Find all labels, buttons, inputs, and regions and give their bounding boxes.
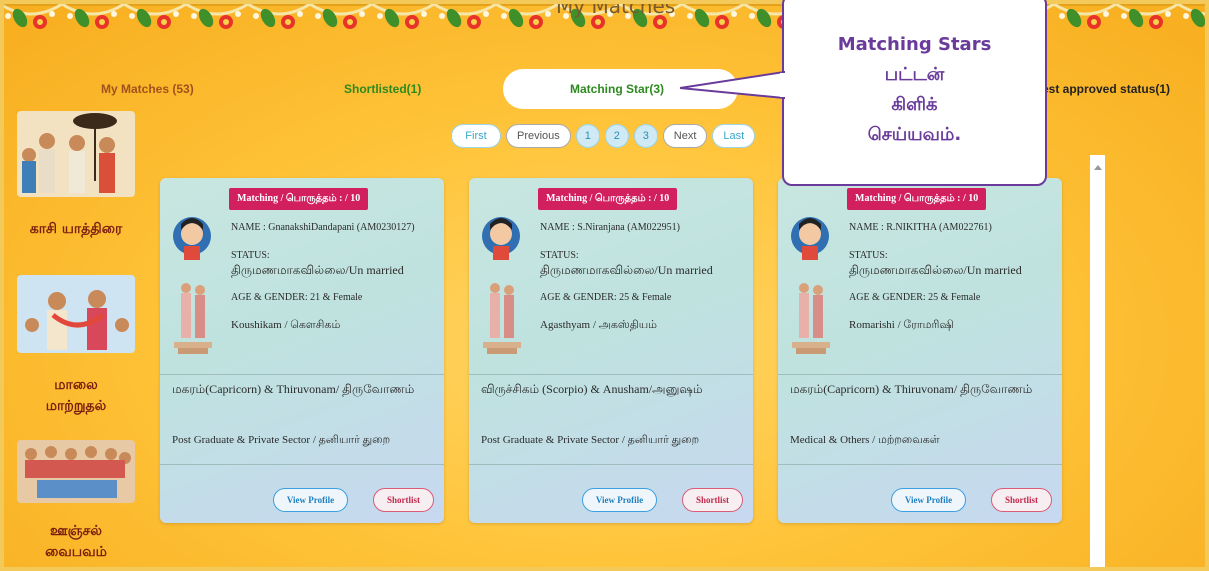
profile-name: NAME : S.Niranjana (AM022951) — [540, 222, 680, 233]
divider — [160, 374, 444, 375]
matching-score-badge: Matching / பொருத்தம் : / 10 — [538, 188, 678, 210]
rasi-nakshatra: மகரம்(Capricorn) & Thiruvonam/ திருவோணம் — [172, 382, 415, 396]
age-gender: AGE & GENDER: 21 & Female — [231, 292, 363, 303]
page-title: My Matches — [556, 0, 676, 18]
instruction-callout: Matching Stars பட்டன் கிளிக் செய்யவம். — [782, 0, 1047, 186]
couple-illustration — [792, 283, 830, 354]
matching-score-badge: Matching / பொருத்தம் : / 10 — [229, 188, 369, 210]
education-occupation: Medical & Others / மற்றவைகள் — [790, 434, 940, 446]
age-gender: AGE & GENDER: 25 & Female — [849, 292, 981, 303]
view-profile-button[interactable]: View Profile — [273, 488, 348, 512]
divider — [160, 464, 444, 465]
match-card: Matching / பொருத்தம் : / 10 NAME : Gnana… — [160, 178, 444, 523]
page-3-button[interactable]: 3 — [633, 124, 658, 148]
matching-score-badge: Matching / பொருத்தம் : / 10 — [847, 188, 987, 210]
marital-status: திருமணமாகவில்லை/Un married — [849, 263, 1022, 277]
page-2-button[interactable]: 2 — [604, 124, 629, 148]
tab-shortlisted[interactable]: Shortlisted(1) — [344, 82, 421, 96]
status-label: STATUS: — [540, 250, 579, 261]
divider — [778, 464, 1062, 465]
callout-line-4: செய்யவம். — [867, 124, 962, 145]
divider — [469, 374, 753, 375]
callout-line-1: Matching Stars — [837, 34, 992, 55]
sidebar-label-maalai-line2: மாற்றுதல் — [45, 398, 107, 414]
rasi-nakshatra: மகரம்(Capricorn) & Thiruvonam/ திருவோணம் — [790, 382, 1033, 396]
education-occupation: Post Graduate & Private Sector / தனியார்… — [481, 434, 700, 446]
shortlist-button[interactable]: Shortlist — [373, 488, 434, 512]
status-label: STATUS: — [849, 250, 888, 261]
scrollbar[interactable] — [1090, 155, 1105, 571]
sidebar-label-oonjal-line2: வைபவம் — [45, 544, 107, 560]
age-gender: AGE & GENDER: 25 & Female — [540, 292, 672, 303]
shortlist-button[interactable]: Shortlist — [991, 488, 1052, 512]
marital-status: திருமணமாகவில்லை/Un married — [540, 263, 713, 277]
view-profile-button[interactable]: View Profile — [891, 488, 966, 512]
maalai-maatruthal-image — [17, 275, 135, 353]
sidebar-label-oonjal-line1: ஊஞ்சல் — [49, 523, 103, 539]
match-card: Matching / பொருத்தம் : / 10 NAME : S.Nir… — [469, 178, 753, 523]
kasi-yathirai-image — [17, 111, 135, 197]
avatar — [482, 217, 520, 260]
first-page-button[interactable]: First — [451, 124, 501, 148]
gotra: Romarishi / ரோமரிஷி — [849, 319, 954, 331]
callout-line-3: கிளிக் — [891, 94, 938, 115]
avatar — [173, 217, 211, 260]
pagination: First Previous 1 2 3 Next Last — [451, 124, 756, 148]
couple-illustration — [483, 283, 521, 354]
match-card: Matching / பொருத்தம் : / 10 NAME : R.NIK… — [778, 178, 1062, 523]
divider — [778, 374, 1062, 375]
view-profile-button[interactable]: View Profile — [582, 488, 657, 512]
previous-page-button[interactable]: Previous — [506, 124, 571, 148]
tab-my-matches[interactable]: My Matches (53) — [101, 82, 194, 96]
next-page-button[interactable]: Next — [662, 124, 708, 148]
sidebar-label-maalai-line1: மாலை — [54, 377, 98, 393]
callout-line-2: பட்டன் — [884, 64, 945, 85]
marital-status: திருமணமாகவில்லை/Un married — [231, 263, 404, 277]
tab-approved-status[interactable]: est approved status(1) — [1042, 82, 1170, 96]
status-label: STATUS: — [231, 250, 270, 261]
rasi-nakshatra: விருச்சிகம் (Scorpio) & Anusham/அனுஷம் — [481, 382, 703, 396]
sidebar-label-kasi-yathirai: காசி யாத்திரை — [29, 221, 123, 237]
profile-name: NAME : R.NIKITHA (AM022761) — [849, 222, 992, 233]
avatar — [791, 217, 829, 260]
tab-matching-star[interactable]: Matching Star(3) — [570, 82, 664, 96]
divider — [469, 464, 753, 465]
last-page-button[interactable]: Last — [712, 124, 756, 148]
page-1-button[interactable]: 1 — [575, 124, 600, 148]
gotra: Koushikam / கௌசிகம் — [231, 319, 341, 331]
shortlist-button[interactable]: Shortlist — [682, 488, 743, 512]
education-occupation: Post Graduate & Private Sector / தனியார்… — [172, 434, 391, 446]
couple-illustration — [174, 283, 212, 354]
scroll-up-icon[interactable] — [1094, 165, 1102, 170]
oonjal-vaibhavam-image — [17, 440, 135, 503]
callout-pointer — [680, 70, 790, 100]
profile-name: NAME : GnanakshiDandapani (AM0230127) — [231, 222, 415, 233]
gotra: Agasthyam / அகஸ்தியம் — [540, 319, 658, 331]
